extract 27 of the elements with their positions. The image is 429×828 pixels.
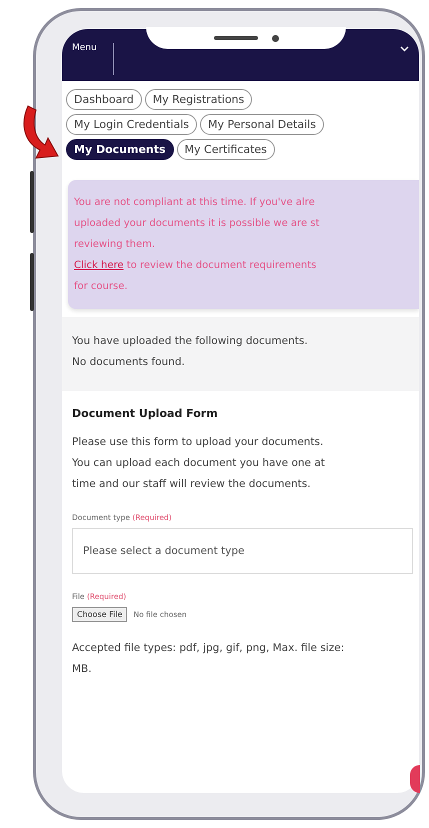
form-intro-text: time and our staff will review the documents. — [72, 477, 312, 492]
choose-file-button[interactable]: Choose File — [72, 607, 128, 622]
speaker-icon — [214, 36, 258, 40]
nav-tab[interactable]: Dashboard — [66, 89, 142, 110]
accepted-types-text: Accepted file types: pdf, jpg, gif, png, Max. file size: — [72, 641, 346, 656]
alert-text: for course. — [74, 280, 129, 294]
uploaded-text: You have uploaded the following documents. — [72, 334, 309, 349]
nav-tab[interactable]: My Documents — [66, 139, 174, 160]
alert-text: reviewing them. — [74, 238, 156, 252]
floating-button[interactable] — [410, 765, 420, 793]
alert-text: Click here to review the document requirements — [74, 259, 318, 273]
nav-tab[interactable]: My Personal Details — [200, 114, 324, 135]
nav-tab[interactable]: My Login Credentials — [66, 114, 198, 135]
form-intro-text: You can upload each document you have one at — [72, 456, 326, 471]
nav-tab[interactable]: My Registrations — [144, 89, 252, 110]
alert-text: uploaded your documents it is possible we are st — [74, 217, 320, 231]
document-type-select[interactable]: Please select a document type — [72, 528, 413, 574]
accepted-types-text: MB. — [72, 662, 93, 677]
uploaded-text: No documents found. — [72, 355, 186, 370]
menu-link[interactable]: Menu — [72, 43, 97, 53]
form-title: Document Upload Form — [72, 407, 219, 420]
nav-tab[interactable]: My Certificates — [176, 139, 275, 160]
chevron-down-icon[interactable] — [400, 46, 409, 52]
click-here-link[interactable]: Click here — [74, 260, 124, 271]
alert-text: You are not compliant at this time. If you've alre — [74, 196, 316, 210]
form-intro-text: Please use this form to upload your documents. — [72, 435, 324, 450]
camera-icon — [272, 34, 278, 42]
